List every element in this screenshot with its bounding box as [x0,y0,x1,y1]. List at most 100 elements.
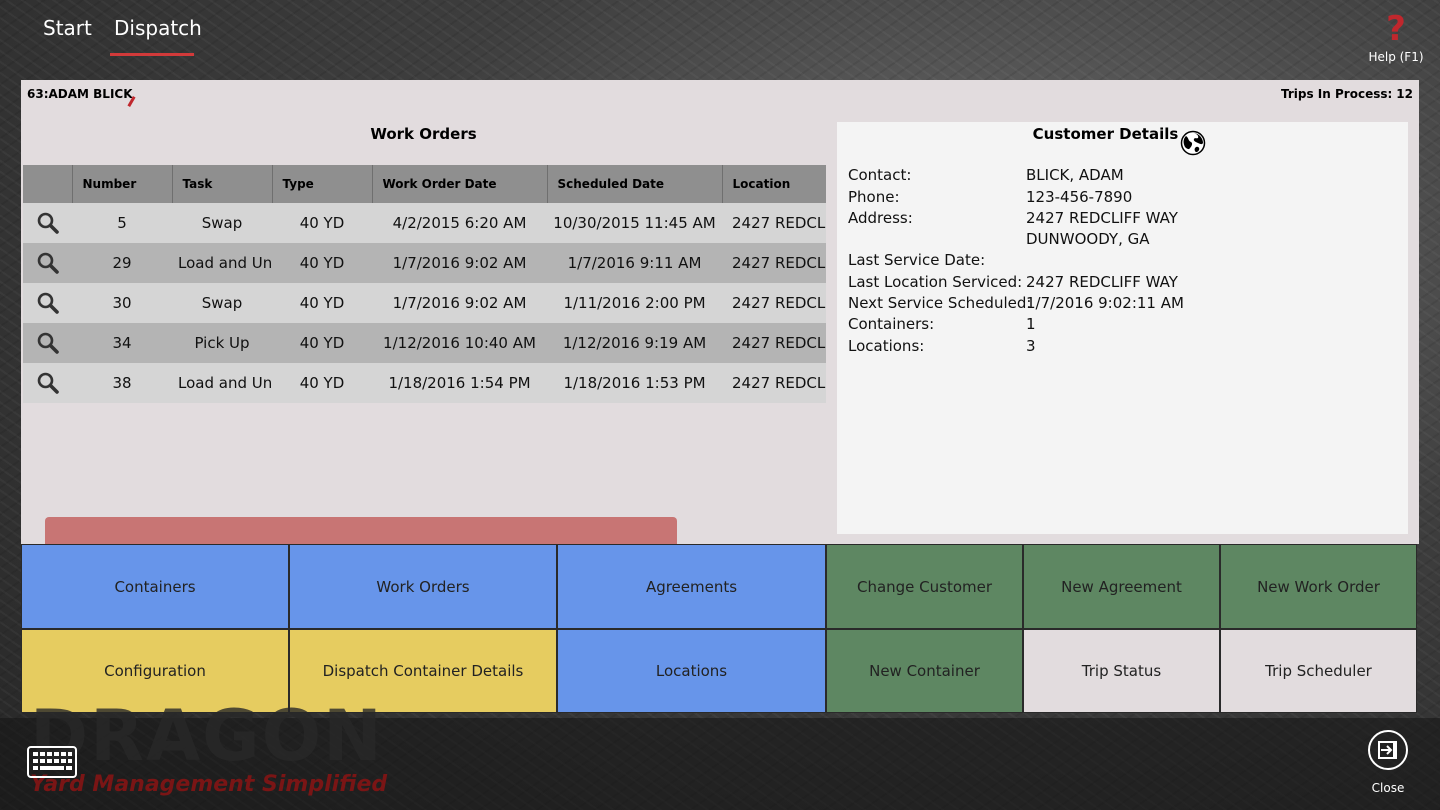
containers-button[interactable]: Containers [21,544,289,629]
column-header-number[interactable]: Number [71,165,172,203]
cell-wo-date: 1/7/2016 9:02 AM [372,243,547,283]
trips-label: Trips In Process: [1281,87,1393,101]
cell-wo-date: 1/18/2016 1:54 PM [372,363,547,403]
help-label: Help (F1) [1368,50,1424,64]
close-icon[interactable] [1366,728,1410,772]
cell-task: Swap [172,283,272,323]
locations-button[interactable]: Locations [557,629,826,713]
help-button[interactable]: ? Help (F1) [1366,12,1426,64]
table-row[interactable]: 34 Pick Up 40 YD 1/12/2016 10:40 AM 1/12/201… [23,323,826,363]
cell-sched-date: 1/7/2016 9:11 AM [547,243,722,283]
keyboard-icon[interactable] [27,746,77,778]
table-row[interactable]: 38Load and Unload40 YD1/18/2016 1:54 PM1… [23,363,826,403]
last-location-value: 2427 REDCLIFF WAY [1026,273,1178,291]
cell-view [23,283,72,323]
cell-view [23,363,72,403]
cell-number: 34 [72,323,172,363]
cell-location: 2427 REDCLIFF WAY [722,283,826,323]
cell-wo-date: 4/2/2015 6:20 AM [372,203,547,243]
trip-status-button[interactable]: Trip Status [1023,629,1220,713]
cell-location: 2427 REDCLIFF WAY [722,363,826,403]
cell-type: 40 YD [272,323,372,363]
magnifier-icon[interactable] [36,211,60,235]
cell-sched-date: 10/30/2015 11:45 AM [547,203,722,243]
cell-location: 2427 REDCLIFF WAY [722,203,826,243]
dispatch-panel: 63:ADAM BLICK Trips In Process: 12 Work O… [21,80,1419,544]
next-service-label: Next Service Scheduled: [848,294,1032,312]
table-header-row: Number Task Type Work Order Date Schedul… [23,165,826,203]
cell-type: 40 YD [272,203,372,243]
address-line1: 2427 REDCLIFF WAY [1026,209,1178,227]
cell-task: Pick Up [172,323,272,363]
cell-type: 40 YD [272,363,372,403]
work-orders-button[interactable]: Work Orders [289,544,557,629]
customer-details-title: Customer Details [1032,125,1179,143]
trips-value: 12 [1396,87,1413,101]
cell-view [23,323,72,363]
cell-task: Load and Unload [172,363,272,403]
locations-value: 3 [1026,337,1036,355]
cell-type: 40 YD [272,243,372,283]
address-label: Address: [848,209,913,227]
new-work-order-button[interactable]: New Work Order [1220,544,1417,629]
column-header-work-order-date[interactable]: Work Order Date [371,165,547,203]
brand-logo-text: DRAGON [30,695,384,777]
phone-label: Phone: [848,188,900,206]
containers-label: Containers: [848,315,935,333]
magnifier-icon[interactable] [36,331,60,355]
column-header-location[interactable]: Location [721,165,826,203]
customer-header: 63:ADAM BLICK [27,87,133,101]
new-agreement-button[interactable]: New Agreement [1023,544,1220,629]
cell-number: 30 [72,283,172,323]
table-row[interactable]: 29Load and Unload40 YD1/7/2016 9:02 AM1/… [23,243,826,283]
phone-value: 123-456-7890 [1026,188,1133,206]
cell-wo-date: 1/7/2016 9:02 AM [372,283,547,323]
change-customer-button[interactable]: Change Customer [826,544,1023,629]
column-header-scheduled-date[interactable]: Scheduled Date [546,165,722,203]
cell-number: 5 [72,203,172,243]
cell-number: 29 [72,243,172,283]
cell-view [23,203,72,243]
cell-type: 40 YD [272,283,372,323]
last-service-label: Last Service Date: [848,251,986,269]
cell-sched-date: 1/18/2016 1:53 PM [547,363,722,403]
locations-label: Locations: [848,337,925,355]
cell-sched-date: 1/11/2016 2:00 PM [547,283,722,323]
active-tab-indicator [110,53,194,56]
cell-location: 2427 REDCLIFF WAY [722,323,826,363]
containers-value: 1 [1026,315,1036,333]
tab-start[interactable]: Start [43,16,92,40]
table-row[interactable]: 30 Swap 40 YD 1/7/2016 9:02 AM 1/11/2016 2:0… [23,283,826,323]
cell-number: 38 [72,363,172,403]
trips-in-process: Trips In Process: 12 [1277,87,1413,101]
question-mark-icon: ? [1386,9,1406,49]
last-location-label: Last Location Serviced: [848,273,1023,291]
cell-task: Swap [172,203,272,243]
brand-tagline: Yard Management Simplified [30,772,388,797]
top-nav: Start Dispatch ? Help (F1) [0,0,1440,80]
cell-wo-date: 1/12/2016 10:40 AM [372,323,547,363]
address-line2: DUNWOODY, GA [1026,230,1150,248]
column-header-view [23,165,72,203]
trip-scheduler-button[interactable]: Trip Scheduler [1220,629,1417,713]
work-orders-title: Work Orders [370,125,477,143]
magnifier-icon[interactable] [36,251,60,275]
table-row[interactable]: 5 Swap 40 YD 4/2/2015 6:20 AM 10/30/2015 11:… [23,203,826,243]
new-container-button[interactable]: New Container [826,629,1023,713]
magnifier-icon[interactable] [36,291,60,315]
column-header-task[interactable]: Task [171,165,272,203]
customer-details-panel: Customer Details Contact: BLICK, ADAM Ph… [837,122,1408,534]
column-header-type[interactable]: Type [271,165,372,203]
magnifier-icon[interactable] [36,371,60,395]
cell-view [23,243,72,283]
horizontal-scrollbar[interactable] [45,517,677,544]
globe-icon[interactable] [1180,130,1206,156]
contact-value: BLICK, ADAM [1026,166,1124,184]
agreements-button[interactable]: Agreements [557,544,826,629]
work-orders-table: Number Task Type Work Order Date Schedul… [23,165,826,403]
contact-label: Contact: [848,166,912,184]
tab-dispatch[interactable]: Dispatch [114,16,202,40]
next-service-value: 1/7/2016 9:02:11 AM [1026,294,1184,312]
close-label: Close [1371,781,1405,795]
cell-sched-date: 1/12/2016 9:19 AM [547,323,722,363]
